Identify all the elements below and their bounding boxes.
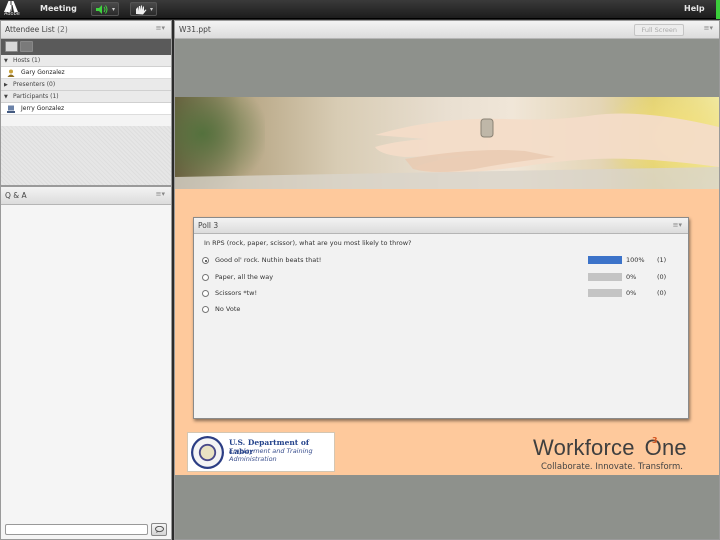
dol-line2: Employment and Training [229,447,313,455]
expand-arrow-icon: ▼ [4,94,8,100]
result-bar [588,256,622,264]
pod-header: W31.ppt Full Screen ≡▾ [175,21,719,39]
result-percent: 0% [626,289,637,297]
qa-title: Q & A [5,191,27,200]
pod-header: Poll 3 ≡▾ [194,218,688,234]
option-text: Good ol' rock. Nuthin beats that! [215,256,322,264]
result-count: (0) [657,273,667,281]
hand-icon [135,5,147,17]
radio-button[interactable] [202,290,209,297]
poll-question: In RPS (rock, paper, scissor), what are … [204,239,412,247]
workforce-one: One [644,435,687,460]
pod-header: Attendee List (2) ≡▾ [1,21,171,39]
radio-button[interactable] [202,274,209,281]
attendee-empty-area [1,126,171,185]
option-text: No Vote [215,305,241,313]
hand-illustration [175,113,719,189]
result-percent: 0% [626,273,637,281]
host-icon [7,69,15,77]
workforce-name: Workforce [533,435,635,460]
section-hosts[interactable]: ▼ Hosts (1) [1,55,171,67]
pod-options-icon[interactable]: ≡▾ [156,24,165,32]
slide-content-area: Poll 3 ≡▾ In RPS (rock, paper, scissor),… [175,189,719,475]
result-count: (0) [657,289,667,297]
meeting-menu[interactable]: Meeting [40,4,77,13]
workforce-wordmark: Workforce One [533,435,687,461]
radio-button[interactable] [202,257,209,264]
hands-typing-photo [175,97,719,189]
result-bar [588,273,622,281]
workforce-superscript: 3 [652,436,658,445]
attendee-count: (2) [57,25,68,34]
result-bar-fill [588,256,622,264]
full-screen-button[interactable]: Full Screen [634,24,684,36]
attendee-name: Jerry Gonzalez [21,105,65,112]
pod-options-icon[interactable]: ≡▾ [673,221,682,229]
poll-option[interactable]: Paper, all the way 0% (0) [202,273,682,283]
pod-options-icon[interactable]: ≡▾ [156,190,165,198]
poll-option[interactable]: Good ol' rock. Nuthin beats that! 100% (… [202,256,682,266]
attendee-row[interactable]: Jerry Gonzalez [1,103,171,115]
section-label: Presenters (0) [13,81,56,88]
speech-bubble-icon [155,525,164,535]
dol-line3: Administration [229,455,277,463]
qa-message-area [1,205,171,539]
result-percent: 100% [626,256,645,264]
result-count: (1) [657,256,667,264]
option-text: Paper, all the way [215,273,274,281]
participant-icon [7,105,15,113]
role-view-icon[interactable] [20,41,33,52]
result-bar [588,289,622,297]
chevron-down-icon: ▾ [111,6,115,13]
radio-button[interactable] [202,306,209,313]
section-label: Hosts (1) [13,57,41,64]
speaker-icon [96,5,108,16]
section-label: Participants (1) [13,93,59,100]
document-title: W31.ppt [179,25,211,34]
workforce-tagline: Collaborate. Innovate. Transform. [541,462,684,472]
option-text: Scissors *tw! [215,289,258,297]
dol-logo: U.S. Department of Labor Employment and … [187,432,335,472]
poll-option[interactable]: Scissors *tw! 0% (0) [202,289,682,299]
dol-seal-icon [191,436,224,469]
section-presenters[interactable]: ▶ Presenters (0) [1,79,171,91]
qa-pod: Q & A ≡▾ [0,186,172,540]
send-question-button[interactable] [151,523,167,536]
attendee-list-title: Attendee List [5,25,55,34]
expand-arrow-icon: ▶ [4,82,8,88]
poll-title: Poll 3 [198,221,219,230]
poll-option[interactable]: No Vote [202,305,682,315]
menu-bar: Adobe Meeting ▾ ▾ Help [0,0,720,19]
pod-header: Q & A ≡▾ [1,187,171,205]
attendee-toolbar [1,39,171,55]
speaker-button[interactable]: ▾ [91,2,119,16]
question-input[interactable] [5,524,148,535]
share-pod: W31.ppt Full Screen ≡▾ Poll 3 ≡▾ In RPS … [174,20,720,540]
pod-options-icon[interactable]: ≡▾ [704,24,713,32]
chevron-down-icon: ▾ [149,6,153,13]
section-participants[interactable]: ▼ Participants (1) [1,91,171,103]
adobe-logo-text: Adobe [4,11,20,17]
attendee-list-pod: Attendee List (2) ≡▾ ▼ Hosts (1) Gary Go… [0,20,172,186]
attendee-name: Gary Gonzalez [21,69,65,76]
pod-title: Attendee List (2) [5,25,68,34]
poll-pod: Poll 3 ≡▾ In RPS (rock, paper, scissor),… [193,217,689,419]
list-view-icon[interactable] [5,41,18,52]
raise-hand-button[interactable]: ▾ [130,2,157,16]
attendee-row[interactable]: Gary Gonzalez [1,67,171,79]
expand-arrow-icon: ▼ [4,58,8,64]
slide-stage: Poll 3 ≡▾ In RPS (rock, paper, scissor),… [175,40,719,539]
status-indicator [716,0,720,19]
help-menu[interactable]: Help [684,4,705,13]
